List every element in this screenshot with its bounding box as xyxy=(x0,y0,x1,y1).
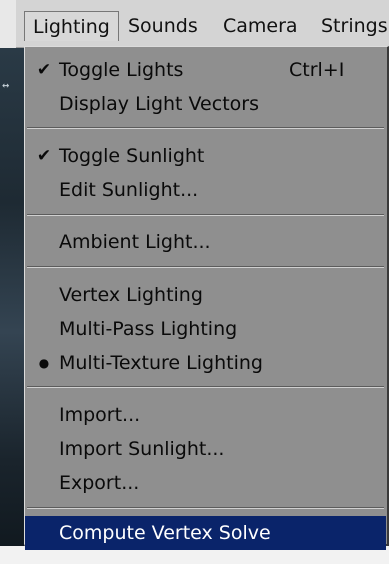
menu-item-vertex-lighting[interactable]: Vertex Lighting xyxy=(25,278,386,312)
menu-item-ambient-light[interactable]: Ambient Light... xyxy=(25,225,386,259)
menu-lighting[interactable]: Lighting xyxy=(24,11,119,41)
lighting-dropdown-menu: ✔ Toggle Lights Ctrl+I Display Light Vec… xyxy=(24,46,389,550)
checkmark-icon: ✔ xyxy=(36,146,52,166)
menu-item-label: Compute Vertex Solve xyxy=(59,522,271,544)
menu-item-label: Display Light Vectors xyxy=(59,93,259,115)
menu-item-label: Import Sunlight... xyxy=(59,438,225,460)
menubar-edge xyxy=(0,0,16,48)
menu-item-import-sunlight[interactable]: Import Sunlight... xyxy=(25,432,386,466)
menu-item-toggle-lights[interactable]: ✔ Toggle Lights Ctrl+I xyxy=(25,53,386,87)
menu-item-label: Multi-Texture Lighting xyxy=(59,352,263,374)
menu-separator xyxy=(27,266,384,268)
3d-viewport[interactable]: ↔ xyxy=(0,48,24,564)
menu-sounds[interactable]: Sounds xyxy=(120,11,206,41)
menu-item-display-light-vectors[interactable]: Display Light Vectors xyxy=(25,87,386,121)
menu-item-label: Vertex Lighting xyxy=(59,284,203,306)
menu-strings[interactable]: Strings xyxy=(313,11,389,41)
menu-item-export[interactable]: Export... xyxy=(25,466,386,500)
viewport-marker: ↔ xyxy=(2,78,10,92)
menu-item-label: Edit Sunlight... xyxy=(59,179,199,201)
menu-separator xyxy=(27,507,384,509)
menu-item-multi-pass-lighting[interactable]: Multi-Pass Lighting xyxy=(25,312,386,346)
radio-bullet-icon: ● xyxy=(38,356,50,370)
menu-item-compute-vertex-solve[interactable]: Compute Vertex Solve xyxy=(25,516,386,550)
menu-item-import[interactable]: Import... xyxy=(25,398,386,432)
menu-item-label: Toggle Sunlight xyxy=(59,145,205,167)
menu-item-label: Multi-Pass Lighting xyxy=(59,318,238,340)
menu-separator xyxy=(27,386,384,388)
checkmark-icon: ✔ xyxy=(36,60,52,80)
app-window: ↔ Lighting Sounds Camera Strings ✔ Toggl… xyxy=(0,0,389,564)
menu-item-label: Export... xyxy=(59,472,140,494)
menu-item-label: Import... xyxy=(59,404,141,426)
menu-item-edit-sunlight[interactable]: Edit Sunlight... xyxy=(25,173,386,207)
menu-camera[interactable]: Camera xyxy=(215,11,306,41)
menu-separator xyxy=(27,214,384,216)
menu-item-label: Ambient Light... xyxy=(59,231,211,253)
menu-bar: Lighting Sounds Camera Strings xyxy=(0,0,389,48)
menu-separator xyxy=(27,127,384,129)
menu-item-multi-texture-lighting[interactable]: ● Multi-Texture Lighting xyxy=(25,346,386,380)
shortcut-label: Ctrl+I xyxy=(289,59,345,81)
menu-item-toggle-sunlight[interactable]: ✔ Toggle Sunlight xyxy=(25,139,386,173)
menu-item-label: Toggle Lights xyxy=(59,59,184,81)
